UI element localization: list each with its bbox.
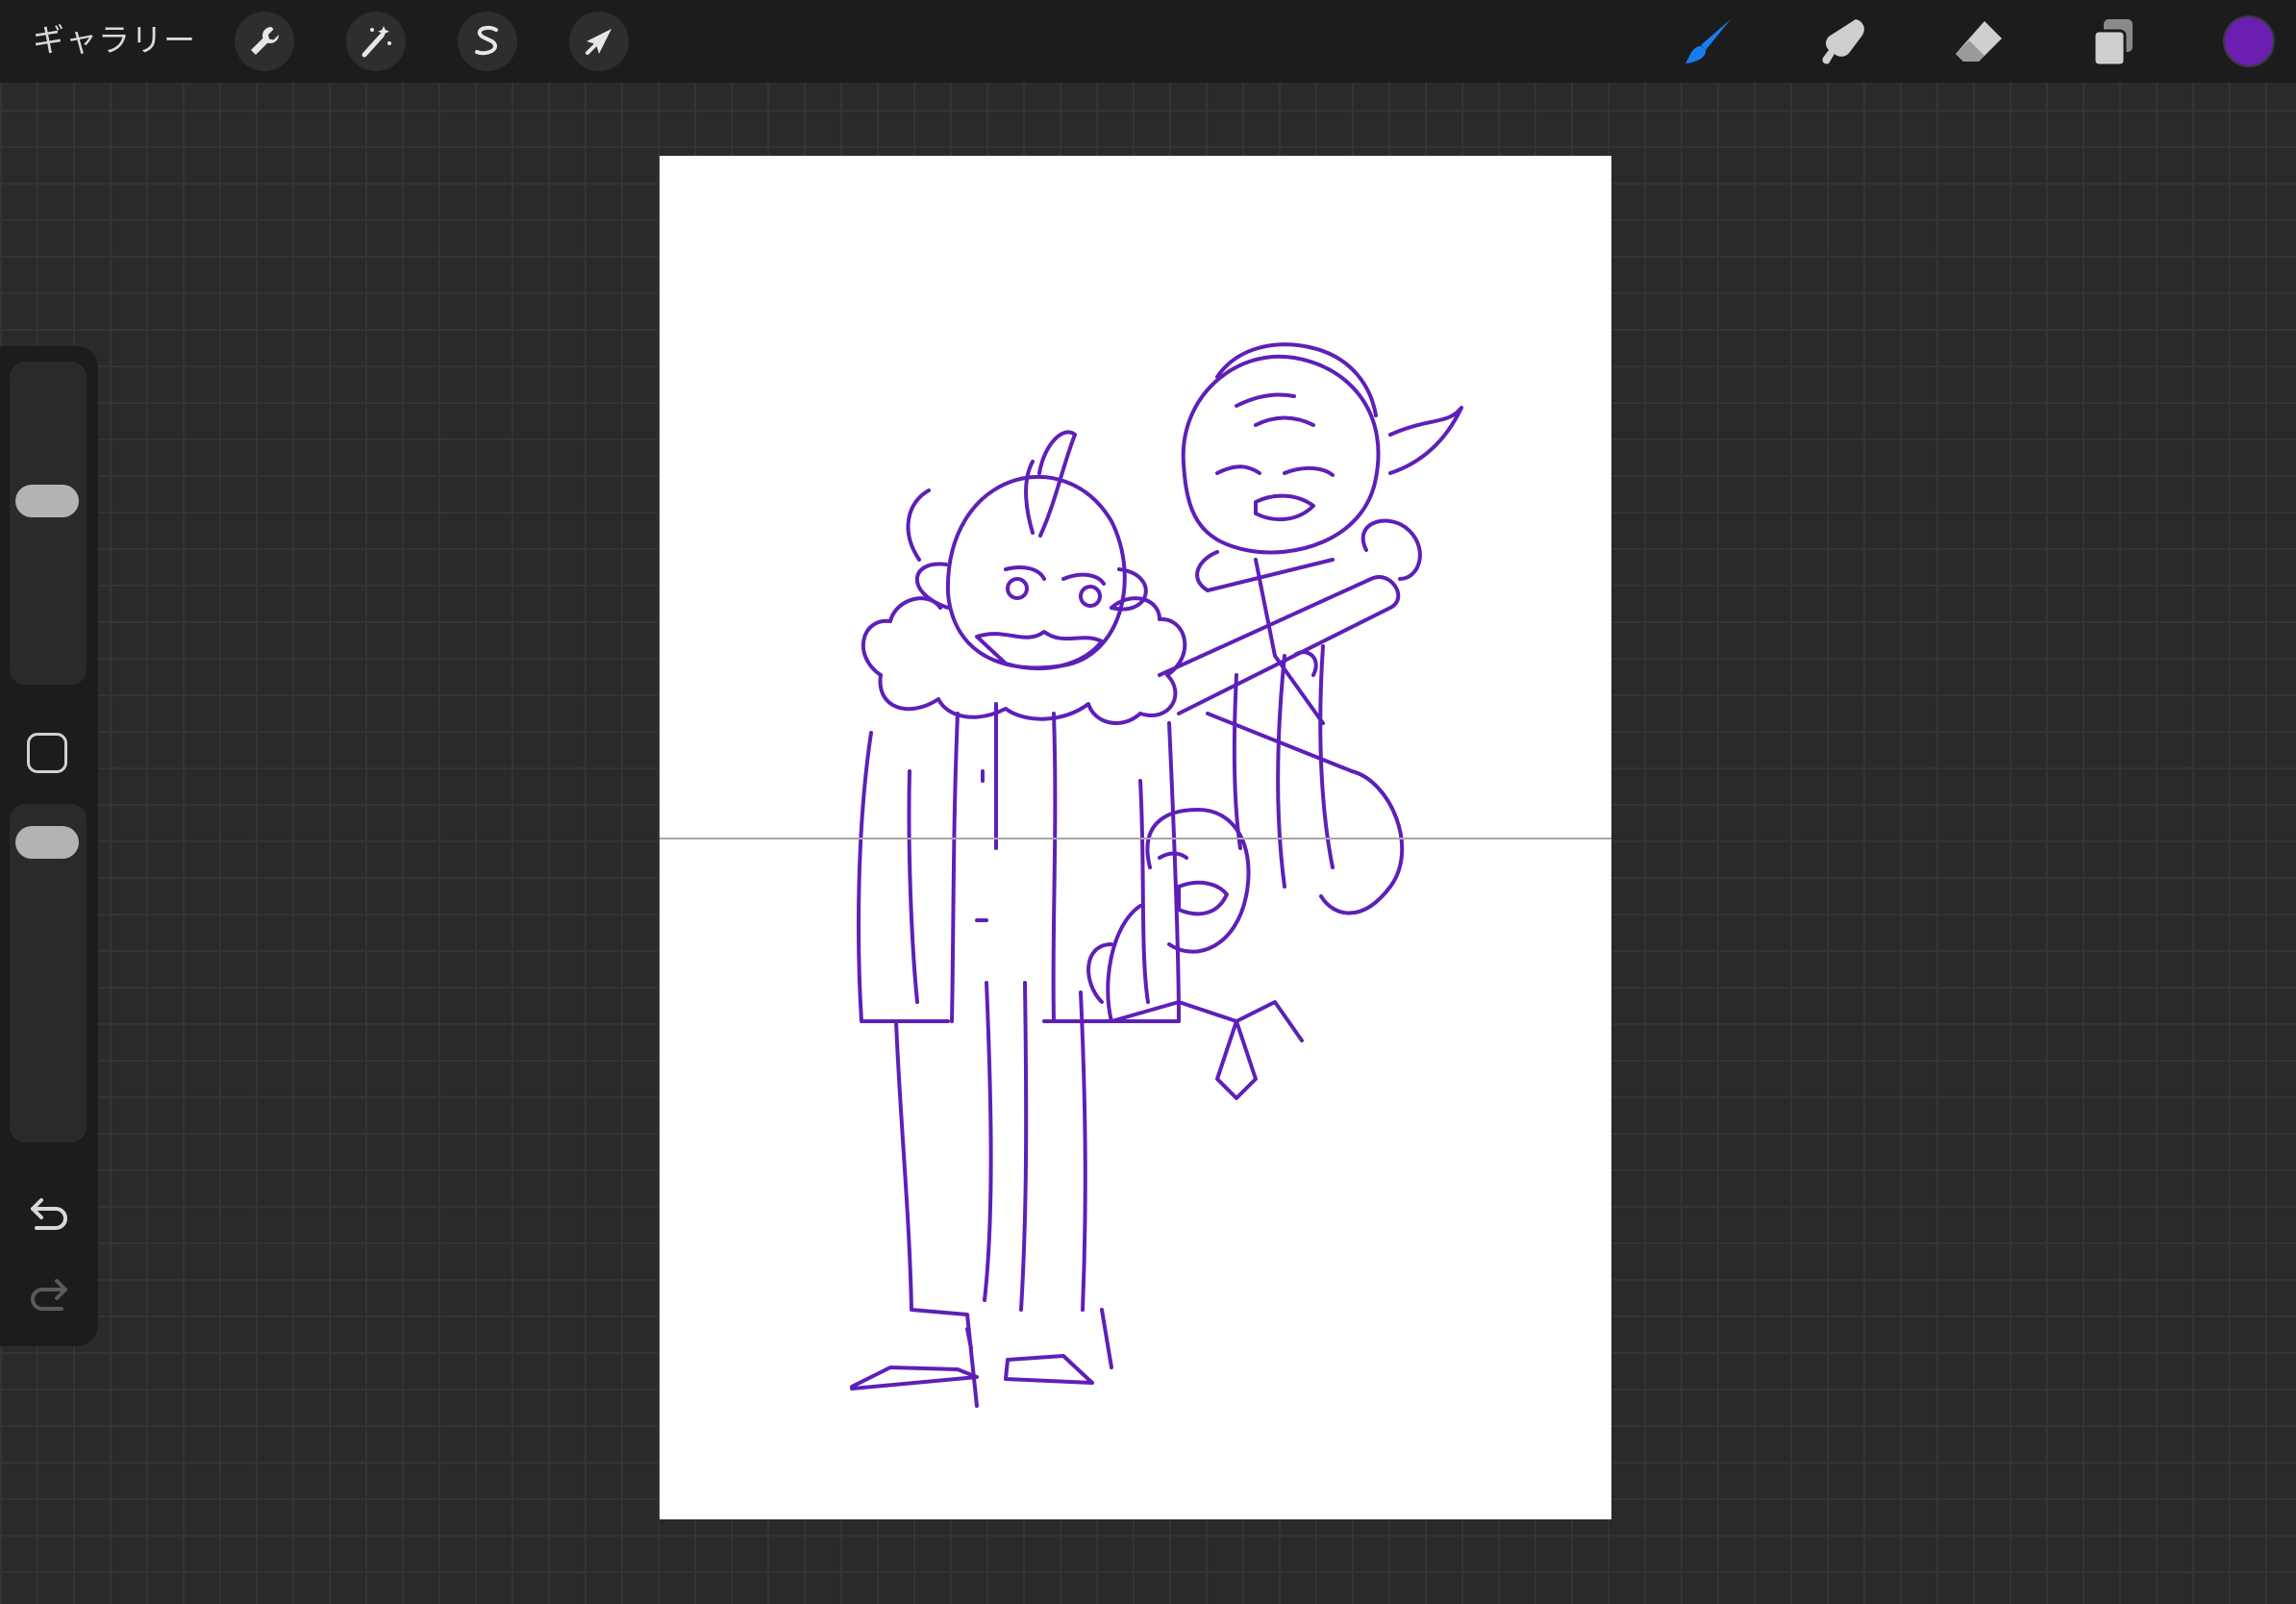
magic-wand-icon [362,26,391,58]
brush-size-slider[interactable] [10,362,87,685]
redo-button[interactable] [23,1273,75,1321]
top-toolbar: ギャラリー [0,0,2296,83]
eraser-icon [1956,21,2002,62]
actions-button[interactable] [235,12,294,71]
selection-button[interactable] [458,12,517,71]
adjustments-button[interactable] [346,12,406,71]
modify-button[interactable] [27,733,67,773]
redo-icon [31,1279,67,1311]
opacity-thumb[interactable] [15,826,79,860]
brush-button[interactable] [1681,13,1738,71]
brush-size-thumb[interactable] [15,485,79,518]
selection-s-icon [475,25,498,56]
undo-icon [31,1198,67,1230]
layers-icon [2092,19,2133,67]
smudge-finger-icon [1822,19,1864,64]
gallery-button[interactable]: ギャラリー [33,17,196,63]
opacity-slider[interactable] [10,804,87,1142]
undo-button[interactable] [23,1192,75,1241]
symmetry-guide-line [660,838,1611,840]
drawing-canvas[interactable] [660,156,1611,1519]
smudge-button[interactable] [1815,13,1873,71]
sidebar [0,346,98,1346]
layers-button[interactable] [2084,13,2142,71]
transform-button[interactable] [569,12,629,71]
brush-icon [1685,19,1731,63]
eraser-button[interactable] [1950,13,2008,71]
wrench-icon [251,26,279,55]
color-picker-button[interactable] [2223,15,2275,67]
arrow-cursor-icon [586,29,611,55]
